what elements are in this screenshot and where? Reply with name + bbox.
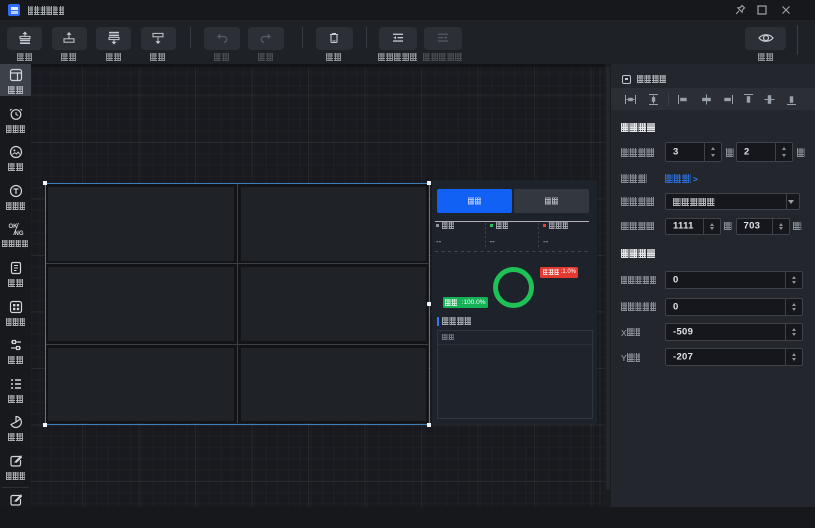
svg-text:NG: NG xyxy=(14,231,23,236)
